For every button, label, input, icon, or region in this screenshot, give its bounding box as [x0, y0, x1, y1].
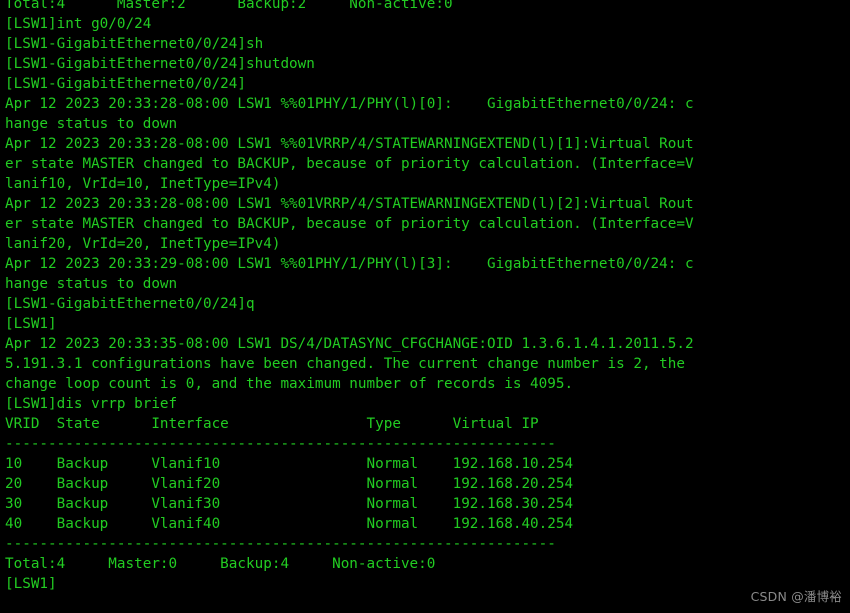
terminal-line: lanif20, VrId=20, InetType=IPv4) [5, 236, 281, 252]
terminal-line: Total:4 Master:2 Backup:2 Non-active:0 [5, 0, 453, 12]
terminal-line: ----------------------------------------… [5, 436, 556, 452]
terminal-line: [LSW1] [5, 576, 57, 592]
terminal-line: Apr 12 2023 20:33:28-08:00 LSW1 %%01PHY/… [5, 96, 694, 112]
terminal-line: [LSW1-GigabitEthernet0/0/24] [5, 76, 247, 92]
terminal-line: Apr 12 2023 20:33:35-08:00 LSW1 DS/4/DAT… [5, 336, 694, 352]
terminal-line: Apr 12 2023 20:33:29-08:00 LSW1 %%01PHY/… [5, 256, 694, 272]
terminal-line: er state MASTER changed to BACKUP, becau… [5, 216, 694, 232]
terminal-line: 30 Backup Vlanif30 Normal 192.168.30.254 [5, 496, 574, 512]
terminal-line: 20 Backup Vlanif20 Normal 192.168.20.254 [5, 476, 574, 492]
terminal-line: lanif10, VrId=10, InetType=IPv4) [5, 176, 281, 192]
terminal-line: Total:4 Master:0 Backup:4 Non-active:0 [5, 556, 436, 572]
csdn-watermark: CSDN @潘博裕 [750, 589, 842, 604]
terminal-line: [LSW1]int g0/0/24 [5, 16, 152, 32]
terminal-line: [LSW1-GigabitEthernet0/0/24]sh [5, 36, 264, 52]
terminal-line: VRID State Interface Type Virtual IP [5, 416, 539, 432]
terminal-line: hange status to down [5, 276, 178, 292]
terminal-line: 40 Backup Vlanif40 Normal 192.168.40.254 [5, 516, 574, 532]
terminal-console[interactable]: Total:4 Master:2 Backup:2 Non-active:0 [L… [0, 0, 850, 613]
terminal-line: change loop count is 0, and the maximum … [5, 376, 574, 392]
terminal-line: Apr 12 2023 20:33:28-08:00 LSW1 %%01VRRP… [5, 136, 694, 152]
terminal-line: 10 Backup Vlanif10 Normal 192.168.10.254 [5, 456, 574, 472]
terminal-line: Apr 12 2023 20:33:28-08:00 LSW1 %%01VRRP… [5, 196, 694, 212]
terminal-line: er state MASTER changed to BACKUP, becau… [5, 156, 694, 172]
terminal-output: Total:4 Master:2 Backup:2 Non-active:0 [L… [5, 0, 694, 594]
terminal-line: [LSW1] [5, 316, 57, 332]
terminal-line: [LSW1-GigabitEthernet0/0/24]shutdown [5, 56, 315, 72]
terminal-line: ----------------------------------------… [5, 536, 556, 552]
terminal-line: [LSW1]dis vrrp brief [5, 396, 178, 412]
terminal-line: hange status to down [5, 116, 178, 132]
terminal-line: [LSW1-GigabitEthernet0/0/24]q [5, 296, 255, 312]
terminal-line: 5.191.3.1 configurations have been chang… [5, 356, 685, 372]
